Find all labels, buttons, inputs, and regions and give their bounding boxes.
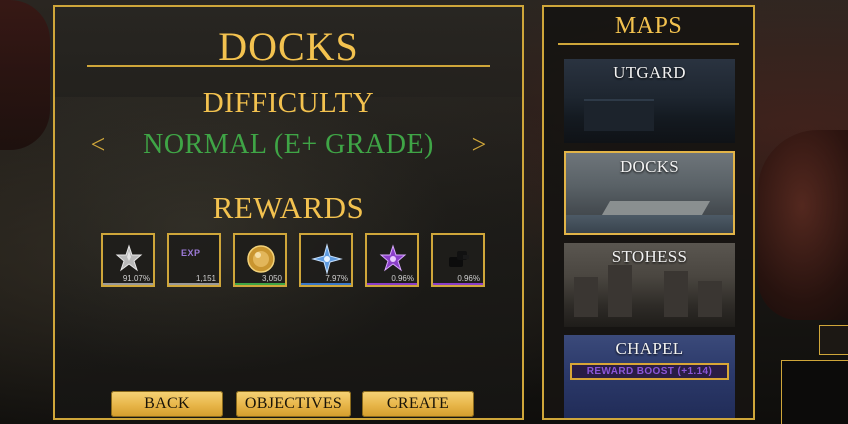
background-hud-box [819,325,848,355]
reward-value: 0.96% [457,274,480,283]
map-option-utgard[interactable]: UTGARD [564,59,735,143]
create-button[interactable]: CREATE [362,391,474,417]
game-screen: DOCKS DIFFICULTY < NORMAL (E+ GRADE) > R… [0,0,848,424]
map-thumbnail-scenery [584,99,654,131]
purple-star-emblem-icon [379,244,407,272]
map-title: DOCKS [218,24,359,69]
map-thumbnail-scenery [566,215,733,233]
map-option-chapel[interactable]: CHAPEL REWARD BOOST (+1.14) [564,335,735,418]
map-option-label: UTGARD [613,63,686,82]
reward-slot[interactable]: 0.96% [431,233,485,287]
blue-star-emblem-icon [311,243,343,275]
reward-slot[interactable]: 0.96% [365,233,419,287]
exp-icon: EXP [181,248,201,258]
map-thumbnail-scenery [608,265,632,317]
back-button[interactable]: BACK [111,391,223,417]
reward-value: 91.07% [122,274,150,283]
reward-slot[interactable]: 3,050 [233,233,287,287]
reward-slot[interactable]: EXP 1,151 [167,233,221,287]
reward-boost-badge: REWARD BOOST (+1.14) [570,363,729,380]
maps-panel: MAPS UTGARD DOCKS STOHESS CHAPEL REWARD … [542,5,755,420]
map-thumbnail-scenery [601,201,711,215]
reward-rarity-bar [235,283,285,285]
reward-slot[interactable]: 7.97% [299,233,353,287]
map-thumbnail-scenery [664,271,688,317]
reward-rarity-bar [367,283,417,285]
background-hud-box [781,360,848,424]
map-option-docks[interactable]: DOCKS [564,151,735,235]
map-option-label: CHAPEL [615,339,684,358]
reward-rarity-bar [433,283,483,285]
difficulty-prev-arrow-icon[interactable]: < [83,125,113,165]
mission-panel: DOCKS DIFFICULTY < NORMAL (E+ GRADE) > R… [53,5,524,420]
reward-slot[interactable]: 91.07% [101,233,155,287]
reward-value: 3,050 [261,274,282,283]
reward-rarity-bar [169,283,219,285]
reward-value: 7.97% [325,274,348,283]
difficulty-value: NORMAL (E+ GRADE) [143,129,434,160]
map-thumbnail-scenery [574,277,598,317]
background-character [0,0,50,150]
reward-rarity-bar [301,283,351,285]
dark-gear-item-icon [449,251,469,267]
silver-star-emblem-icon [115,244,143,272]
objectives-button[interactable]: OBJECTIVES [236,391,351,417]
reward-value: 0.96% [391,274,414,283]
reward-rarity-bar [103,283,153,285]
difficulty-selector: < NORMAL (E+ GRADE) > [55,125,522,165]
map-thumbnail-scenery [698,281,722,317]
maps-heading: MAPS [614,13,683,39]
difficulty-heading: DIFFICULTY [202,87,375,119]
title-divider [87,65,490,67]
rewards-heading: REWARDS [212,190,365,225]
map-option-label: STOHESS [611,247,688,266]
maps-divider [558,43,739,45]
gold-coin-icon [247,245,275,273]
map-option-stohess[interactable]: STOHESS [564,243,735,327]
reward-value: 1,151 [195,274,216,283]
difficulty-next-arrow-icon[interactable]: > [464,125,494,165]
map-option-label: DOCKS [619,157,680,176]
rewards-list: 91.07% EXP 1,151 3,050 7.97% 0.96% 0.96% [101,233,485,289]
background-character [758,130,848,320]
